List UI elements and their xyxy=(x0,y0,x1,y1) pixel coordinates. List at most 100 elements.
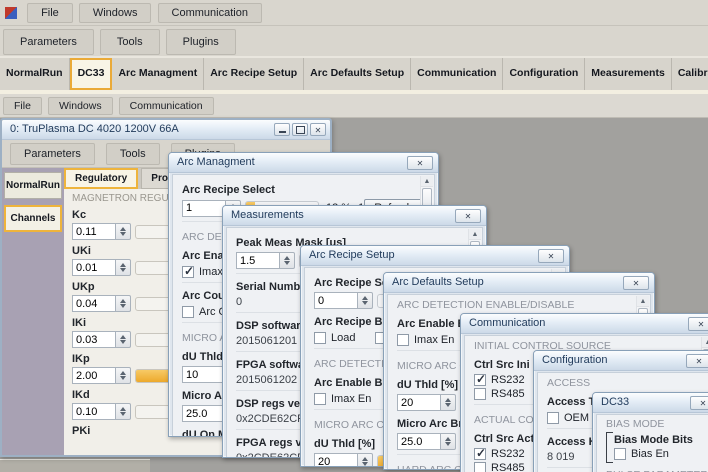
du-thld-input[interactable] xyxy=(182,366,226,383)
ukp-spinner[interactable] xyxy=(116,295,131,312)
configuration-titlebar[interactable]: Configuration xyxy=(534,351,708,371)
imax-en-checkbox[interactable] xyxy=(397,334,409,346)
kc-input[interactable] xyxy=(72,223,116,240)
scroll-up-icon[interactable]: ▲ xyxy=(637,296,649,307)
dc33-close-icon[interactable] xyxy=(690,396,708,410)
close-button[interactable] xyxy=(310,123,326,136)
du-thld-spinner[interactable] xyxy=(441,394,456,411)
bias-mode-bits-label: Bias Mode Bits xyxy=(614,434,699,446)
tab-arc-managment[interactable]: Arc Managment xyxy=(112,58,204,90)
arc-recipe-select-label: Arc Recipe Select xyxy=(182,184,416,196)
menu2-communication[interactable]: Communication xyxy=(119,97,214,115)
load-label: Load xyxy=(331,332,355,344)
imax-en-checkbox[interactable] xyxy=(314,393,326,405)
page-tab-regulatory[interactable]: Regulatory xyxy=(64,168,138,189)
arc-recipe-select-input[interactable] xyxy=(182,200,226,217)
micro-arc-break-input[interactable] xyxy=(397,433,441,450)
arc-recipe-setup-close-icon[interactable] xyxy=(538,249,564,263)
du-thld-spinner[interactable] xyxy=(358,453,373,466)
menu2-windows[interactable]: Windows xyxy=(48,97,113,115)
oem-checkbox[interactable] xyxy=(547,412,559,424)
menu2-file[interactable]: File xyxy=(3,97,42,115)
main-tab-strip: NormalRun DC33 Arc Managment Arc Recipe … xyxy=(0,58,708,94)
peak-meas-mask-input[interactable] xyxy=(236,252,280,269)
side-tab-strip: NormalRun Channels xyxy=(2,168,64,456)
menu-parameters[interactable]: Parameters xyxy=(3,29,94,55)
du-thld-input[interactable] xyxy=(397,394,441,411)
imax-en-checkbox[interactable] xyxy=(182,266,194,278)
ini-rs232-label: RS232 xyxy=(491,374,529,386)
arc-defaults-setup-close-icon[interactable] xyxy=(623,276,649,290)
app-icon xyxy=(5,7,17,19)
scroll-up-icon[interactable]: ▲ xyxy=(469,229,481,240)
background-panel xyxy=(0,459,150,472)
scroll-up-icon[interactable]: ▲ xyxy=(421,176,433,187)
act-rs485-checkbox[interactable] xyxy=(474,462,486,472)
arc-defaults-setup-titlebar[interactable]: Arc Defaults Setup xyxy=(384,273,654,293)
ukp-input[interactable] xyxy=(72,295,116,312)
menu-windows[interactable]: Windows xyxy=(79,3,152,23)
tab-arc-recipe-setup[interactable]: Arc Recipe Setup xyxy=(204,58,304,90)
micro-arc-break-spinner[interactable] xyxy=(441,433,456,450)
main-menubar: File Windows Communication xyxy=(0,0,708,26)
ikd-input[interactable] xyxy=(72,403,116,420)
window-dc33: DC33 BIAS MODE Bias Mode Bits Bias En PU… xyxy=(592,392,708,472)
uki-input[interactable] xyxy=(72,259,116,276)
peak-meas-mask-spinner[interactable] xyxy=(280,252,295,269)
tab-communication[interactable]: Communication xyxy=(411,58,503,90)
menu-plugins[interactable]: Plugins xyxy=(166,29,236,55)
ikd-spinner[interactable] xyxy=(116,403,131,420)
scroll-up-icon[interactable]: ▲ xyxy=(702,337,708,348)
bias-mode-group: Bias Mode Bits Bias En xyxy=(606,432,699,463)
tab-calibration[interactable]: Calibration xyxy=(672,58,708,90)
tab-configuration[interactable]: Configuration xyxy=(503,58,585,90)
uki-spinner[interactable] xyxy=(116,259,131,276)
ini-rs232-checkbox[interactable] xyxy=(474,374,486,386)
act-rs232-label: RS232 xyxy=(491,448,529,460)
desktop: File Windows Communication Parameters To… xyxy=(0,0,708,472)
micro-arc-break-input[interactable] xyxy=(182,405,226,422)
communication-titlebar[interactable]: Communication xyxy=(461,314,708,334)
ikp-input[interactable] xyxy=(72,367,116,384)
bias-en-checkbox[interactable] xyxy=(614,448,626,460)
kc-spinner[interactable] xyxy=(116,223,131,240)
communication-close-icon[interactable] xyxy=(688,317,708,331)
arc-managment-titlebar[interactable]: Arc Managment xyxy=(169,153,438,173)
imax-en-label: Imax En xyxy=(414,334,454,346)
side-tab-normalrun[interactable]: NormalRun xyxy=(4,172,62,199)
ikp-spinner[interactable] xyxy=(116,367,131,384)
menu-file[interactable]: File xyxy=(27,3,73,23)
tab-dc33[interactable]: DC33 xyxy=(70,58,113,90)
iki-input[interactable] xyxy=(72,331,116,348)
menu-tools[interactable]: Tools xyxy=(100,29,160,55)
bias-mode-header: BIAS MODE xyxy=(606,418,699,430)
load-checkbox[interactable] xyxy=(314,332,326,344)
second-menubar: File Windows Communication xyxy=(0,94,708,118)
tab-arc-defaults-setup[interactable]: Arc Defaults Setup xyxy=(304,58,411,90)
du-thld-input[interactable] xyxy=(314,453,358,466)
access-header: ACCESS xyxy=(547,377,695,389)
configuration-close-icon[interactable] xyxy=(686,354,708,368)
arc-ovfl-checkbox[interactable] xyxy=(182,306,194,318)
measurements-titlebar[interactable]: Measurements xyxy=(223,206,486,226)
ini-rs485-label: RS485 xyxy=(491,388,525,400)
measurements-close-icon[interactable] xyxy=(455,209,481,223)
act-rs232-checkbox[interactable] xyxy=(474,448,486,460)
arc-recipe-setup-titlebar[interactable]: Arc Recipe Setup xyxy=(301,246,569,266)
dev-menu-parameters[interactable]: Parameters xyxy=(10,143,95,165)
recipe-select-spinner[interactable] xyxy=(358,292,373,309)
tab-normalrun[interactable]: NormalRun xyxy=(0,58,70,90)
tab-measurements[interactable]: Measurements xyxy=(585,58,672,90)
main-toolbar: Parameters Tools Plugins xyxy=(0,26,708,58)
recipe-select-input[interactable] xyxy=(314,292,358,309)
iki-spinner[interactable] xyxy=(116,331,131,348)
dev-menu-tools[interactable]: Tools xyxy=(106,143,160,165)
side-tab-channels[interactable]: Channels xyxy=(4,205,62,232)
arc-detection-header: ARC DETECTION ENABLE/DISABLE xyxy=(397,299,632,311)
bias-en-label: Bias En xyxy=(631,448,669,460)
ini-rs485-checkbox[interactable] xyxy=(474,388,486,400)
arc-managment-close-icon[interactable] xyxy=(407,156,433,170)
restore-button[interactable] xyxy=(292,123,308,136)
minimize-button[interactable] xyxy=(274,123,290,136)
menu-communication[interactable]: Communication xyxy=(158,3,262,23)
